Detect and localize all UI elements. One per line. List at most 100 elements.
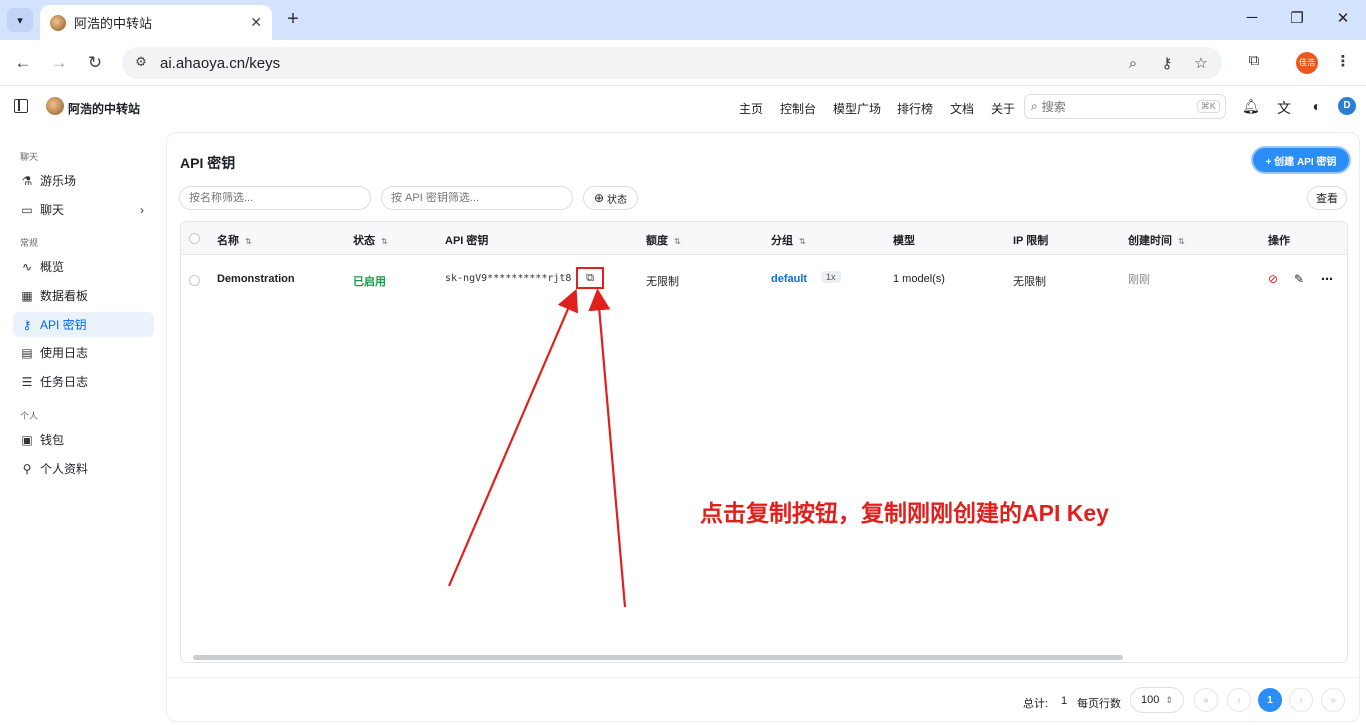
browser-toolbar: ← → ↻ ⚙ ai.ahaoya.cn/keys ⌕ ⚷ ☆ ⧉ ⋮ [0, 40, 1366, 86]
browser-tab[interactable]: 阿浩的中转站 ✕ [40, 5, 272, 40]
rows-per-page-label: 每页行数 [1077, 698, 1121, 710]
sort-icon[interactable]: ⇅ [799, 237, 806, 246]
create-api-key-button[interactable]: + 创建 API 密钥 [1253, 148, 1349, 172]
extensions-icon[interactable]: ⧉ [1243, 52, 1265, 69]
footer-divider [167, 677, 1359, 678]
more-icon[interactable]: ⋯ [1321, 272, 1333, 286]
sidebar-item-profile[interactable]: ⚲ 个人资料 [13, 456, 154, 481]
reload-icon[interactable]: ↻ [84, 52, 106, 74]
column-created[interactable]: 创建时间 ⇅ [1128, 232, 1185, 248]
last-page-button[interactable]: » [1321, 688, 1345, 712]
select-all-checkbox[interactable] [189, 233, 200, 244]
profile-avatar[interactable]: 佳浩 [1296, 52, 1318, 74]
forward-icon[interactable]: → [48, 52, 70, 74]
edit-icon[interactable]: ✎ [1294, 272, 1304, 286]
activity-icon: ∿ [21, 259, 33, 274]
bookmark-star-icon[interactable]: ☆ [1190, 54, 1212, 72]
sidebar-item-overview[interactable]: ∿ 概览 [13, 254, 154, 279]
total-count: 1 [1061, 695, 1068, 707]
sidebar-item-dashboard[interactable]: ▦ 数据看板 [13, 283, 154, 308]
sidebar-item-playground[interactable]: ⚗ 游乐场 [13, 168, 154, 193]
sidebar-item-label: 概览 [40, 260, 65, 274]
sidebar-item-label: 任务日志 [40, 375, 89, 389]
bell-icon[interactable]: 🔔︎ [1242, 98, 1260, 115]
user-avatar[interactable]: D [1338, 97, 1356, 115]
view-button[interactable]: 查看 [1307, 186, 1347, 210]
tab-title: 阿浩的中转站 [74, 16, 153, 31]
url-text[interactable]: ai.ahaoya.cn/keys [160, 55, 1110, 72]
new-tab-button[interactable]: + [282, 9, 304, 31]
site-logo-icon[interactable] [46, 97, 64, 115]
translate-icon[interactable]: 文 [1276, 98, 1292, 118]
tab-search-button[interactable]: ▾ [7, 8, 33, 32]
browser-tabstrip: ▾ 阿浩的中转站 ✕ + ─ ❐ ✕ [0, 0, 1366, 40]
search-box[interactable]: ⌕ ⌘K [1024, 94, 1226, 119]
name-filter[interactable] [179, 186, 371, 210]
palette-icon[interactable]: ◐ [1309, 98, 1325, 114]
page-size-value: 100 [1141, 694, 1160, 706]
copy-key-button[interactable]: ⧉ [576, 267, 604, 289]
status-badge: 已启用 [353, 276, 386, 288]
plus-circle-icon: ⊕ [593, 191, 605, 205]
sidebar-item-usage-logs[interactable]: ▤ 使用日志 [13, 340, 154, 365]
search-input[interactable] [1041, 99, 1197, 114]
close-icon[interactable]: ✕ [250, 14, 262, 31]
password-key-icon[interactable]: ⚷ [1156, 54, 1178, 72]
chevron-right-icon: › [140, 202, 144, 217]
search-icon: ⌕ [1031, 99, 1038, 113]
nav-about[interactable]: 关于 [991, 100, 1015, 117]
sidebar-item-label: 聊天 [40, 203, 65, 217]
restore-icon[interactable]: ❐ [1287, 9, 1307, 27]
site-settings-icon[interactable]: ⚙ [132, 54, 150, 72]
sidebar-item-label: 钱包 [40, 433, 65, 447]
sidebar: 聊天 ⚗ 游乐场 ▭ 聊天 › 常规 ∿ 概览 ▦ 数据看板 ⚷ API 密钥 … [0, 127, 165, 725]
nav-leaderboard[interactable]: 排行榜 [897, 100, 933, 117]
key-filter-input[interactable] [391, 192, 563, 204]
next-page-button[interactable]: › [1289, 688, 1313, 712]
row-checkbox[interactable] [189, 275, 200, 286]
nav-docs[interactable]: 文档 [950, 100, 974, 117]
back-icon[interactable]: ← [12, 52, 34, 74]
sidebar-item-api-keys[interactable]: ⚷ API 密钥 [13, 312, 154, 337]
nav-console[interactable]: 控制台 [780, 100, 816, 117]
sort-icon[interactable]: ⇅ [1178, 237, 1185, 246]
nav-home[interactable]: 主页 [739, 100, 763, 117]
zoom-icon[interactable]: ⌕ [1122, 55, 1144, 72]
quota-value: 无限制 [646, 276, 679, 288]
sidebar-item-label: 游乐场 [40, 174, 77, 188]
horizontal-scrollbar[interactable] [193, 655, 1123, 660]
first-page-button[interactable]: « [1194, 688, 1218, 712]
sidebar-toggle-icon[interactable] [14, 99, 28, 113]
sort-icon[interactable]: ⇅ [674, 237, 681, 246]
sidebar-item-label: 数据看板 [40, 289, 89, 303]
current-page-button[interactable]: 1 [1258, 688, 1282, 712]
nav-model-square[interactable]: 模型广场 [833, 100, 881, 117]
page-size-select[interactable]: 100 ⇕ [1130, 687, 1184, 713]
sidebar-item-wallet[interactable]: ▣ 钱包 [13, 427, 154, 452]
sort-icon[interactable]: ⇅ [245, 237, 252, 246]
column-ip-limit: IP 限制 [1013, 235, 1049, 247]
disable-icon[interactable]: ⊘ [1268, 272, 1278, 286]
status-filter-button[interactable]: ⊕ 状态 [583, 186, 638, 210]
browser-menu-icon[interactable]: ⋮ [1332, 52, 1354, 70]
minimize-icon[interactable]: ─ [1242, 9, 1262, 26]
sidebar-group-chat: 聊天 [20, 152, 39, 162]
sidebar-item-task-logs[interactable]: ☰ 任务日志 [13, 369, 154, 394]
sidebar-item-label: 使用日志 [40, 346, 89, 360]
address-bar[interactable]: ⚙ ai.ahaoya.cn/keys ⌕ ⚷ ☆ [122, 47, 1222, 79]
column-status[interactable]: 状态 ⇅ [353, 232, 388, 248]
models-value: 1 model(s) [893, 273, 945, 285]
chevron-updown-icon: ⇕ [1165, 694, 1173, 705]
task-list-icon: ☰ [21, 374, 33, 389]
column-quota[interactable]: 额度 ⇅ [646, 232, 681, 248]
window-close-icon[interactable]: ✕ [1333, 9, 1353, 27]
name-filter-input[interactable] [189, 192, 361, 204]
status-filter-label: 状态 [607, 194, 628, 206]
sidebar-item-chat[interactable]: ▭ 聊天 › [13, 197, 154, 222]
prev-page-button[interactable]: ‹ [1227, 688, 1251, 712]
site-name[interactable]: 阿浩的中转站 [68, 100, 140, 117]
column-name[interactable]: 名称 ⇅ [217, 232, 252, 248]
sort-icon[interactable]: ⇅ [381, 237, 388, 246]
column-group[interactable]: 分组 ⇅ [771, 232, 806, 248]
key-filter[interactable] [381, 186, 573, 210]
